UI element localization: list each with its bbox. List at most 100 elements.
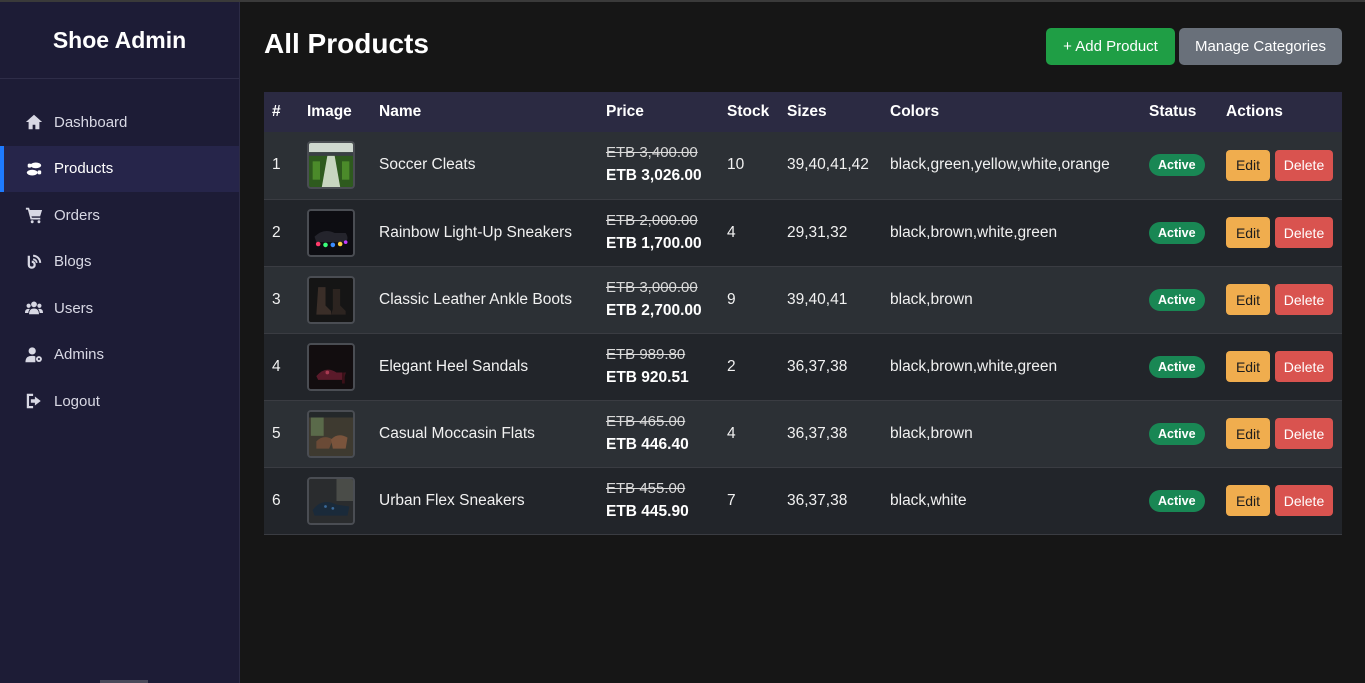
sidebar-item-products[interactable]: Products [0, 145, 239, 192]
table-row: 1 Soccer Cleats ETB 3,400.00 ETB 3,026.0… [264, 132, 1342, 199]
column-header: # [272, 103, 281, 120]
table-row: 6 Urban Flex Sneakers ETB 455.00 ETB 445… [264, 467, 1342, 534]
delete-button[interactable]: Delete [1275, 149, 1333, 181]
edit-button[interactable]: Edit [1226, 351, 1270, 382]
column-header: Sizes [787, 103, 827, 120]
edit-button[interactable]: Edit [1226, 284, 1270, 315]
discounted-price: ETB 446.40 [606, 435, 689, 453]
discounted-price: ETB 2,700.00 [606, 301, 702, 319]
discounted-price: ETB 445.90 [606, 502, 689, 520]
discounted-price: ETB 3,026.00 [606, 167, 702, 185]
delete-button[interactable]: Delete [1275, 418, 1333, 449]
row-number: 2 [272, 223, 281, 241]
colors-value: black,green,yellow,white,orange [890, 156, 1110, 174]
original-price: ETB 2,000.00 [606, 211, 698, 229]
sidebar-item-label: Products [54, 160, 114, 178]
sizes-value: 36,37,38 [787, 357, 848, 375]
page-header: All Products + Add Product Manage Catego… [264, 2, 1342, 92]
product-thumbnail[interactable] [307, 208, 355, 257]
colors-value: black,brown,white,green [890, 223, 1058, 241]
stock-value: 4 [727, 223, 736, 241]
sidebar-item-admins[interactable]: Admins [0, 332, 239, 379]
sizes-value: 36,37,38 [787, 424, 848, 442]
users-icon [24, 299, 44, 317]
main-content: All Products + Add Product Manage Catego… [264, 2, 1342, 535]
manage-categories-button[interactable]: Manage Categories [1179, 28, 1342, 65]
column-header: Name [379, 103, 422, 120]
original-price: ETB 3,000.00 [606, 278, 698, 296]
sidebar-item-label: Blogs [54, 253, 92, 271]
sidebar-item-users[interactable]: Users [0, 285, 239, 332]
edit-button[interactable]: Edit [1226, 149, 1270, 181]
original-price: ETB 989.80 [606, 345, 686, 363]
original-price: ETB 3,400.00 [606, 144, 698, 162]
sidebar-item-orders[interactable]: Orders [0, 192, 239, 239]
delete-button[interactable]: Delete [1275, 217, 1333, 248]
product-thumbnail[interactable] [307, 342, 355, 391]
column-header: Stock [727, 103, 770, 120]
column-header: Colors [890, 103, 940, 120]
status-badge: Active [1149, 154, 1205, 177]
sizes-value: 29,31,32 [787, 223, 848, 241]
product-name: Rainbow Light-Up Sneakers [379, 223, 572, 241]
stock-value: 4 [727, 424, 736, 442]
sidebar-nav: Dashboard Products Orders Blogs Users Ad… [0, 99, 239, 425]
sidebar-item-blogs[interactable]: Blogs [0, 239, 239, 286]
sizes-value: 39,40,41 [787, 290, 848, 308]
shoe-prints-icon [24, 160, 44, 178]
colors-value: black,brown [890, 290, 973, 308]
products-table: # Image Name Price Stock Sizes Colors St… [264, 92, 1342, 535]
delete-button[interactable]: Delete [1275, 351, 1333, 382]
stock-value: 10 [727, 156, 745, 174]
product-thumbnail[interactable] [307, 275, 355, 324]
sidebar-item-label: Orders [54, 206, 100, 224]
sidebar-item-label: Dashboard [54, 113, 128, 131]
table-row: 3 Classic Leather Ankle Boots ETB 3,000.… [264, 266, 1342, 333]
product-thumbnail[interactable] [307, 476, 355, 525]
product-name: Urban Flex Sneakers [379, 491, 525, 509]
discounted-price: ETB 920.51 [606, 368, 689, 386]
home-icon [24, 113, 44, 131]
colors-value: black,brown,white,green [890, 357, 1058, 375]
product-name: Casual Moccasin Flats [379, 424, 535, 442]
blog-icon [24, 253, 44, 271]
brand-title: Shoe Admin [0, 2, 239, 79]
sidebar-item-dashboard[interactable]: Dashboard [0, 99, 239, 146]
sidebar-item-logout[interactable]: Logout [0, 378, 239, 425]
delete-button[interactable]: Delete [1275, 284, 1333, 315]
status-badge: Active [1149, 489, 1205, 512]
status-badge: Active [1149, 221, 1205, 244]
table-header-row: # Image Name Price Stock Sizes Colors St… [264, 92, 1342, 132]
row-number: 5 [272, 424, 281, 442]
colors-value: black,white [890, 491, 967, 509]
status-badge: Active [1149, 422, 1205, 445]
sidebar-item-label: Admins [54, 346, 105, 364]
delete-button[interactable]: Delete [1275, 485, 1333, 516]
column-header: Actions [1226, 103, 1283, 120]
sidebar: Shoe Admin Dashboard Products Orders Blo… [0, 2, 240, 683]
page-title: All Products [264, 28, 429, 59]
add-product-button[interactable]: + Add Product [1046, 28, 1175, 65]
product-thumbnail[interactable] [307, 141, 355, 190]
status-badge: Active [1149, 288, 1205, 311]
sidebar-item-label: Logout [54, 392, 100, 410]
product-thumbnail[interactable] [307, 409, 355, 458]
original-price: ETB 465.00 [606, 412, 686, 430]
admin-user-icon [24, 346, 44, 364]
sidebar-item-label: Users [54, 299, 94, 317]
column-header: Price [606, 103, 644, 120]
edit-button[interactable]: Edit [1226, 418, 1270, 449]
sizes-value: 39,40,41,42 [787, 156, 869, 174]
table-row: 5 Casual Moccasin Flats ETB 465.00 ETB 4… [264, 400, 1342, 467]
logout-icon [24, 392, 44, 410]
stock-value: 9 [727, 290, 736, 308]
edit-button[interactable]: Edit [1226, 217, 1270, 248]
stock-value: 2 [727, 357, 736, 375]
colors-value: black,brown [890, 424, 973, 442]
discounted-price: ETB 1,700.00 [606, 234, 702, 252]
stock-value: 7 [727, 491, 736, 509]
status-badge: Active [1149, 355, 1205, 378]
table-row: 2 Rainbow Light-Up Sneakers ETB 2,000.00 [264, 199, 1342, 266]
edit-button[interactable]: Edit [1226, 485, 1270, 516]
row-number: 6 [272, 491, 281, 509]
